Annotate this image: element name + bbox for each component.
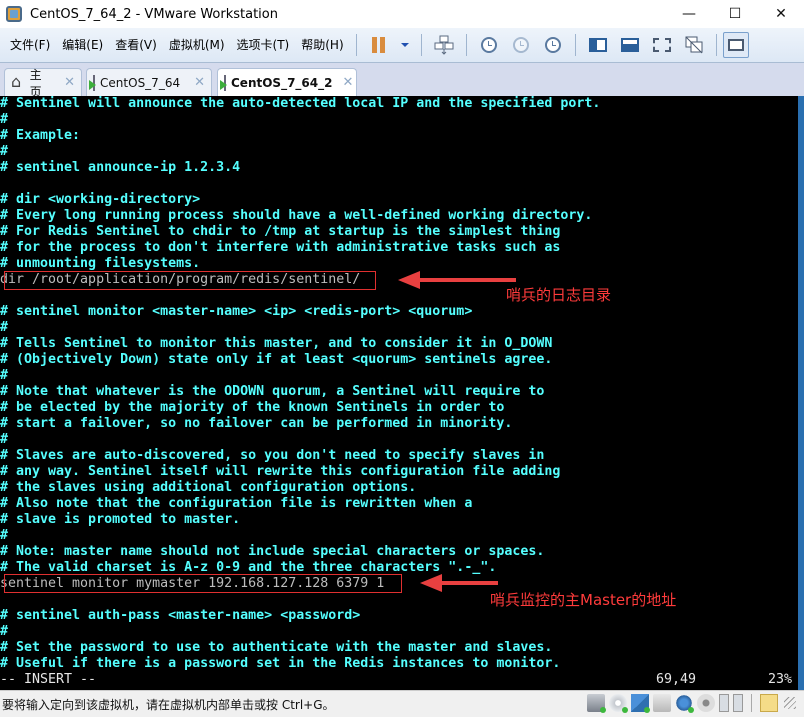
tab-label: CentOS_7_64_2 — [231, 75, 333, 90]
cursor-position: 69,49 — [656, 672, 697, 687]
terminal-line: # Also note that the configuration file … — [0, 496, 473, 511]
message-log-icon[interactable] — [760, 694, 778, 712]
toolbar-separator — [465, 34, 467, 56]
close-tab-icon[interactable]: ✕ — [194, 75, 205, 90]
terminal-line: # — [0, 528, 9, 543]
terminal-line: # any way. Sentinel itself will rewrite … — [0, 464, 561, 479]
cd-dvd-icon[interactable] — [609, 694, 628, 713]
terminal-line: # — [0, 320, 9, 335]
usb-icon[interactable] — [733, 694, 743, 712]
device-icons — [583, 694, 796, 713]
terminal-line: # dir <working-directory> — [0, 192, 201, 207]
terminal-line: # — [0, 432, 9, 447]
terminal-line: # — [0, 144, 9, 159]
take-snapshot-icon[interactable] — [476, 32, 502, 58]
window-title: CentOS_7_64_2 - VMware Workstation — [30, 6, 278, 22]
terminal-line: # for the process to don't interfere wit… — [0, 240, 561, 255]
printer-icon[interactable] — [653, 694, 671, 712]
tab-label: CentOS_7_64 — [100, 75, 181, 90]
tab-home[interactable]: 主页 ✕ — [4, 68, 82, 99]
revert-snapshot-icon[interactable] — [508, 32, 534, 58]
minimize-button[interactable]: — — [666, 0, 712, 28]
terminal-line: # Tells Sentinel to monitor this master,… — [0, 336, 553, 351]
pause-dropdown-icon[interactable] — [398, 32, 412, 58]
terminal-line: # — [0, 368, 9, 383]
terminal-line: # Useful if there is a password set in t… — [0, 656, 561, 671]
close-tab-icon[interactable]: ✕ — [64, 75, 75, 90]
menu-file[interactable]: 文件(F) — [4, 33, 56, 57]
status-separator — [751, 694, 752, 712]
sound-card-icon[interactable] — [675, 694, 694, 713]
menu-help[interactable]: 帮助(H) — [295, 33, 349, 57]
home-icon — [11, 72, 25, 91]
tab-label: 主页 — [29, 67, 42, 99]
terminal-line: # Note: master name should not include s… — [0, 544, 545, 559]
annotation-label: 哨兵的日志目录 — [506, 286, 612, 304]
highlight-box — [4, 574, 402, 593]
toolbar-separator — [574, 34, 576, 56]
full-screen-icon[interactable] — [649, 32, 675, 58]
terminal-line: # slave is promoted to master. — [0, 512, 241, 527]
toolbar-separator — [715, 34, 717, 56]
close-tab-icon[interactable]: ✕ — [342, 75, 353, 90]
status-message: 要将输入定向到该虚拟机，请在虚拟机内部单击或按 Ctrl+G。 — [2, 698, 335, 712]
terminal-line: # — [0, 112, 9, 127]
menu-bar: 文件(F) 编辑(E) 查看(V) 虚拟机(M) 选项卡(T) 帮助(H) — [0, 28, 804, 63]
resize-grip[interactable] — [784, 697, 796, 709]
scroll-percent: 23% — [768, 672, 793, 687]
terminal-line: # sentinel auth-pass <master-name> <pass… — [0, 608, 361, 623]
console-edge — [798, 96, 804, 690]
terminal-line: # unmounting filesystems. — [0, 256, 201, 271]
highlight-box — [4, 271, 376, 290]
pause-icon[interactable] — [366, 32, 392, 58]
show-library-icon[interactable] — [585, 32, 611, 58]
menu-vm[interactable]: 虚拟机(M) — [163, 33, 231, 57]
toolbar-separator — [420, 34, 422, 56]
terminal-line: # Sentinel will announce the auto-detect… — [0, 96, 601, 111]
window-controls: — ☐ ✕ — [666, 0, 804, 28]
send-ctrl-alt-del-icon[interactable] — [431, 32, 457, 58]
status-bar: 要将输入定向到该虚拟机，请在虚拟机内部单击或按 Ctrl+G。 — [0, 690, 804, 717]
console-view-icon[interactable] — [722, 32, 749, 58]
terminal-line: # start a failover, so no failover can b… — [0, 416, 513, 431]
close-button[interactable]: ✕ — [758, 0, 804, 28]
usb-icon[interactable] — [719, 694, 729, 712]
terminal-line: # the slaves using additional configurat… — [0, 480, 417, 495]
vm-icon — [88, 74, 97, 91]
terminal-line: # sentinel monitor <master-name> <ip> <r… — [0, 304, 473, 319]
camera-icon[interactable] — [697, 694, 715, 712]
terminal-line: # Example: — [0, 128, 81, 143]
vmware-app-icon — [6, 6, 22, 22]
terminal-line: # Slaves are auto-discovered, so you don… — [0, 448, 545, 463]
terminal-line: # be elected by the majority of the know… — [0, 400, 505, 415]
vm-console[interactable]: # Sentinel will announce the auto-detect… — [0, 96, 798, 690]
tab-centos-7-64-2[interactable]: CentOS_7_64_2 ✕ — [217, 68, 357, 96]
terminal-line: # Set the password to use to authenticat… — [0, 640, 553, 655]
title-bar: CentOS_7_64_2 - VMware Workstation — ☐ ✕ — [0, 0, 804, 28]
terminal-line: # sentinel announce-ip 1.2.3.4 — [0, 160, 241, 175]
vim-mode-indicator: -- INSERT -- — [0, 672, 97, 687]
menu-tabs[interactable]: 选项卡(T) — [231, 33, 296, 57]
terminal-line: # — [0, 624, 9, 639]
show-thumbnail-bar-icon[interactable] — [617, 32, 643, 58]
hard-disk-icon[interactable] — [587, 694, 606, 713]
terminal-line: # Note that whatever is the ODOWN quorum… — [0, 384, 545, 399]
menu-edit[interactable]: 编辑(E) — [56, 33, 109, 57]
terminal-line: # (Objectively Down) state only if at le… — [0, 352, 553, 367]
vm-icon — [220, 74, 227, 91]
unity-icon[interactable] — [681, 32, 707, 58]
terminal-line: # For Redis Sentinel to chdir to /tmp at… — [0, 224, 561, 239]
toolbar-separator — [355, 34, 357, 56]
annotation-label: 哨兵监控的主Master的地址 — [490, 591, 677, 609]
network-adapter-icon[interactable] — [631, 694, 650, 713]
terminal-line: # Every long running process should have… — [0, 208, 593, 223]
tab-centos-7-64[interactable]: CentOS_7_64 ✕ — [86, 68, 212, 96]
tab-bar: 主页 ✕ CentOS_7_64 ✕ CentOS_7_64_2 ✕ — [0, 63, 804, 99]
maximize-button[interactable]: ☐ — [712, 0, 758, 28]
snapshot-manager-icon[interactable] — [540, 32, 566, 58]
menu-view[interactable]: 查看(V) — [109, 33, 163, 57]
